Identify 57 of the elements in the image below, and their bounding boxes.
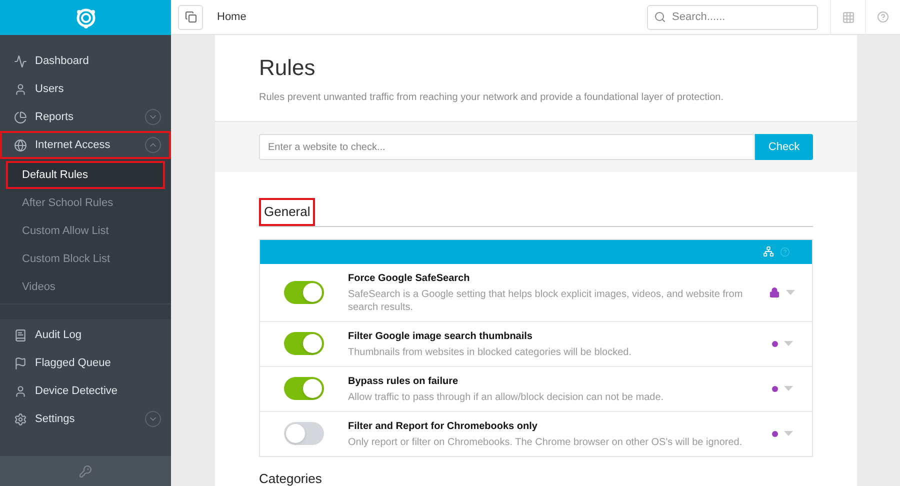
caret-icon[interactable] — [784, 386, 792, 391]
rule-description: Thumbnails from websites in blocked categories will be blocked. — [348, 346, 632, 358]
sidebar-item[interactable]: Settings — [0, 405, 171, 433]
submenu-item[interactable]: After School Rules — [6, 189, 165, 217]
submenu-item[interactable]: Custom Block List — [6, 245, 165, 273]
chevron-icon[interactable] — [145, 411, 161, 427]
help-icon[interactable] — [780, 246, 790, 256]
toggle-switch[interactable] — [284, 332, 324, 355]
breadcrumb[interactable]: Home — [217, 8, 647, 26]
rule-title: Bypass rules on failure — [348, 374, 460, 388]
sidebar-item[interactable]: Audit Log — [0, 321, 171, 349]
caret-icon[interactable] — [784, 431, 792, 436]
caret-icon[interactable] — [784, 341, 792, 346]
sidebar-item[interactable]: Device Detective — [0, 377, 171, 405]
help-icon[interactable] — [877, 11, 889, 23]
book-icon — [14, 328, 27, 342]
window-toggle-button[interactable] — [178, 4, 203, 30]
globe-icon — [14, 138, 27, 152]
page-title: Rules — [259, 54, 316, 82]
user-icon — [14, 82, 27, 96]
key-icon[interactable] — [79, 464, 92, 478]
chart-icon — [14, 54, 27, 68]
chevron-icon[interactable] — [145, 137, 161, 153]
search-icon — [654, 10, 666, 22]
rule-title: Filter and Report for Chromebooks only — [348, 420, 538, 434]
chevron-icon[interactable] — [145, 109, 161, 125]
sidebar-item[interactable]: Users — [0, 75, 171, 103]
rule-description: Only report or filter on Chromebooks. The Chrome browser on other OS's will be ignored. — [348, 436, 744, 448]
caret-icon[interactable] — [786, 290, 795, 294]
submenu-item[interactable]: Custom Allow List — [6, 217, 165, 245]
submenu-item[interactable]: Default Rules — [6, 161, 165, 189]
toggle-switch[interactable] — [284, 280, 324, 304]
lock-icon[interactable] — [769, 286, 780, 298]
section-title: Categories — [259, 470, 323, 486]
copy-icon — [184, 11, 196, 23]
logo-icon — [74, 6, 96, 28]
settings-icon — [14, 412, 27, 426]
sidebar-item[interactable]: Internet Access — [0, 131, 171, 159]
submenu-item[interactable]: Videos — [6, 273, 165, 301]
sidebar-item[interactable]: Flagged Queue — [0, 349, 171, 377]
rule-title: Force Google SafeSearch — [348, 272, 471, 286]
sidebar-item[interactable]: Dashboard — [0, 47, 171, 75]
grid-icon[interactable] — [842, 10, 854, 24]
flag-icon — [14, 356, 27, 370]
rule-description: Allow traffic to pass through if an allow/block decision can not be made. — [348, 390, 665, 404]
section-title: General — [259, 198, 316, 226]
toggle-switch[interactable] — [284, 422, 324, 445]
pie-chart-icon — [14, 110, 27, 124]
rule-title: Filter Google image search thumbnails — [348, 330, 534, 344]
search-field[interactable]: Search...... — [647, 4, 818, 30]
toggle-switch[interactable] — [284, 377, 324, 400]
user-icon — [14, 384, 27, 398]
page-subtitle: Rules prevent unwanted traffic from reaching your network and provide a foundational layer of protection. — [259, 91, 725, 105]
rule-description: SafeSearch is a Google setting that helps block explicit images, videos, and website from search results. — [348, 288, 744, 314]
website-input-field[interactable]: Enter a website to check... — [259, 134, 755, 160]
hierarchy-icon[interactable] — [763, 246, 774, 257]
sidebar-item[interactable]: Reports — [0, 103, 171, 131]
